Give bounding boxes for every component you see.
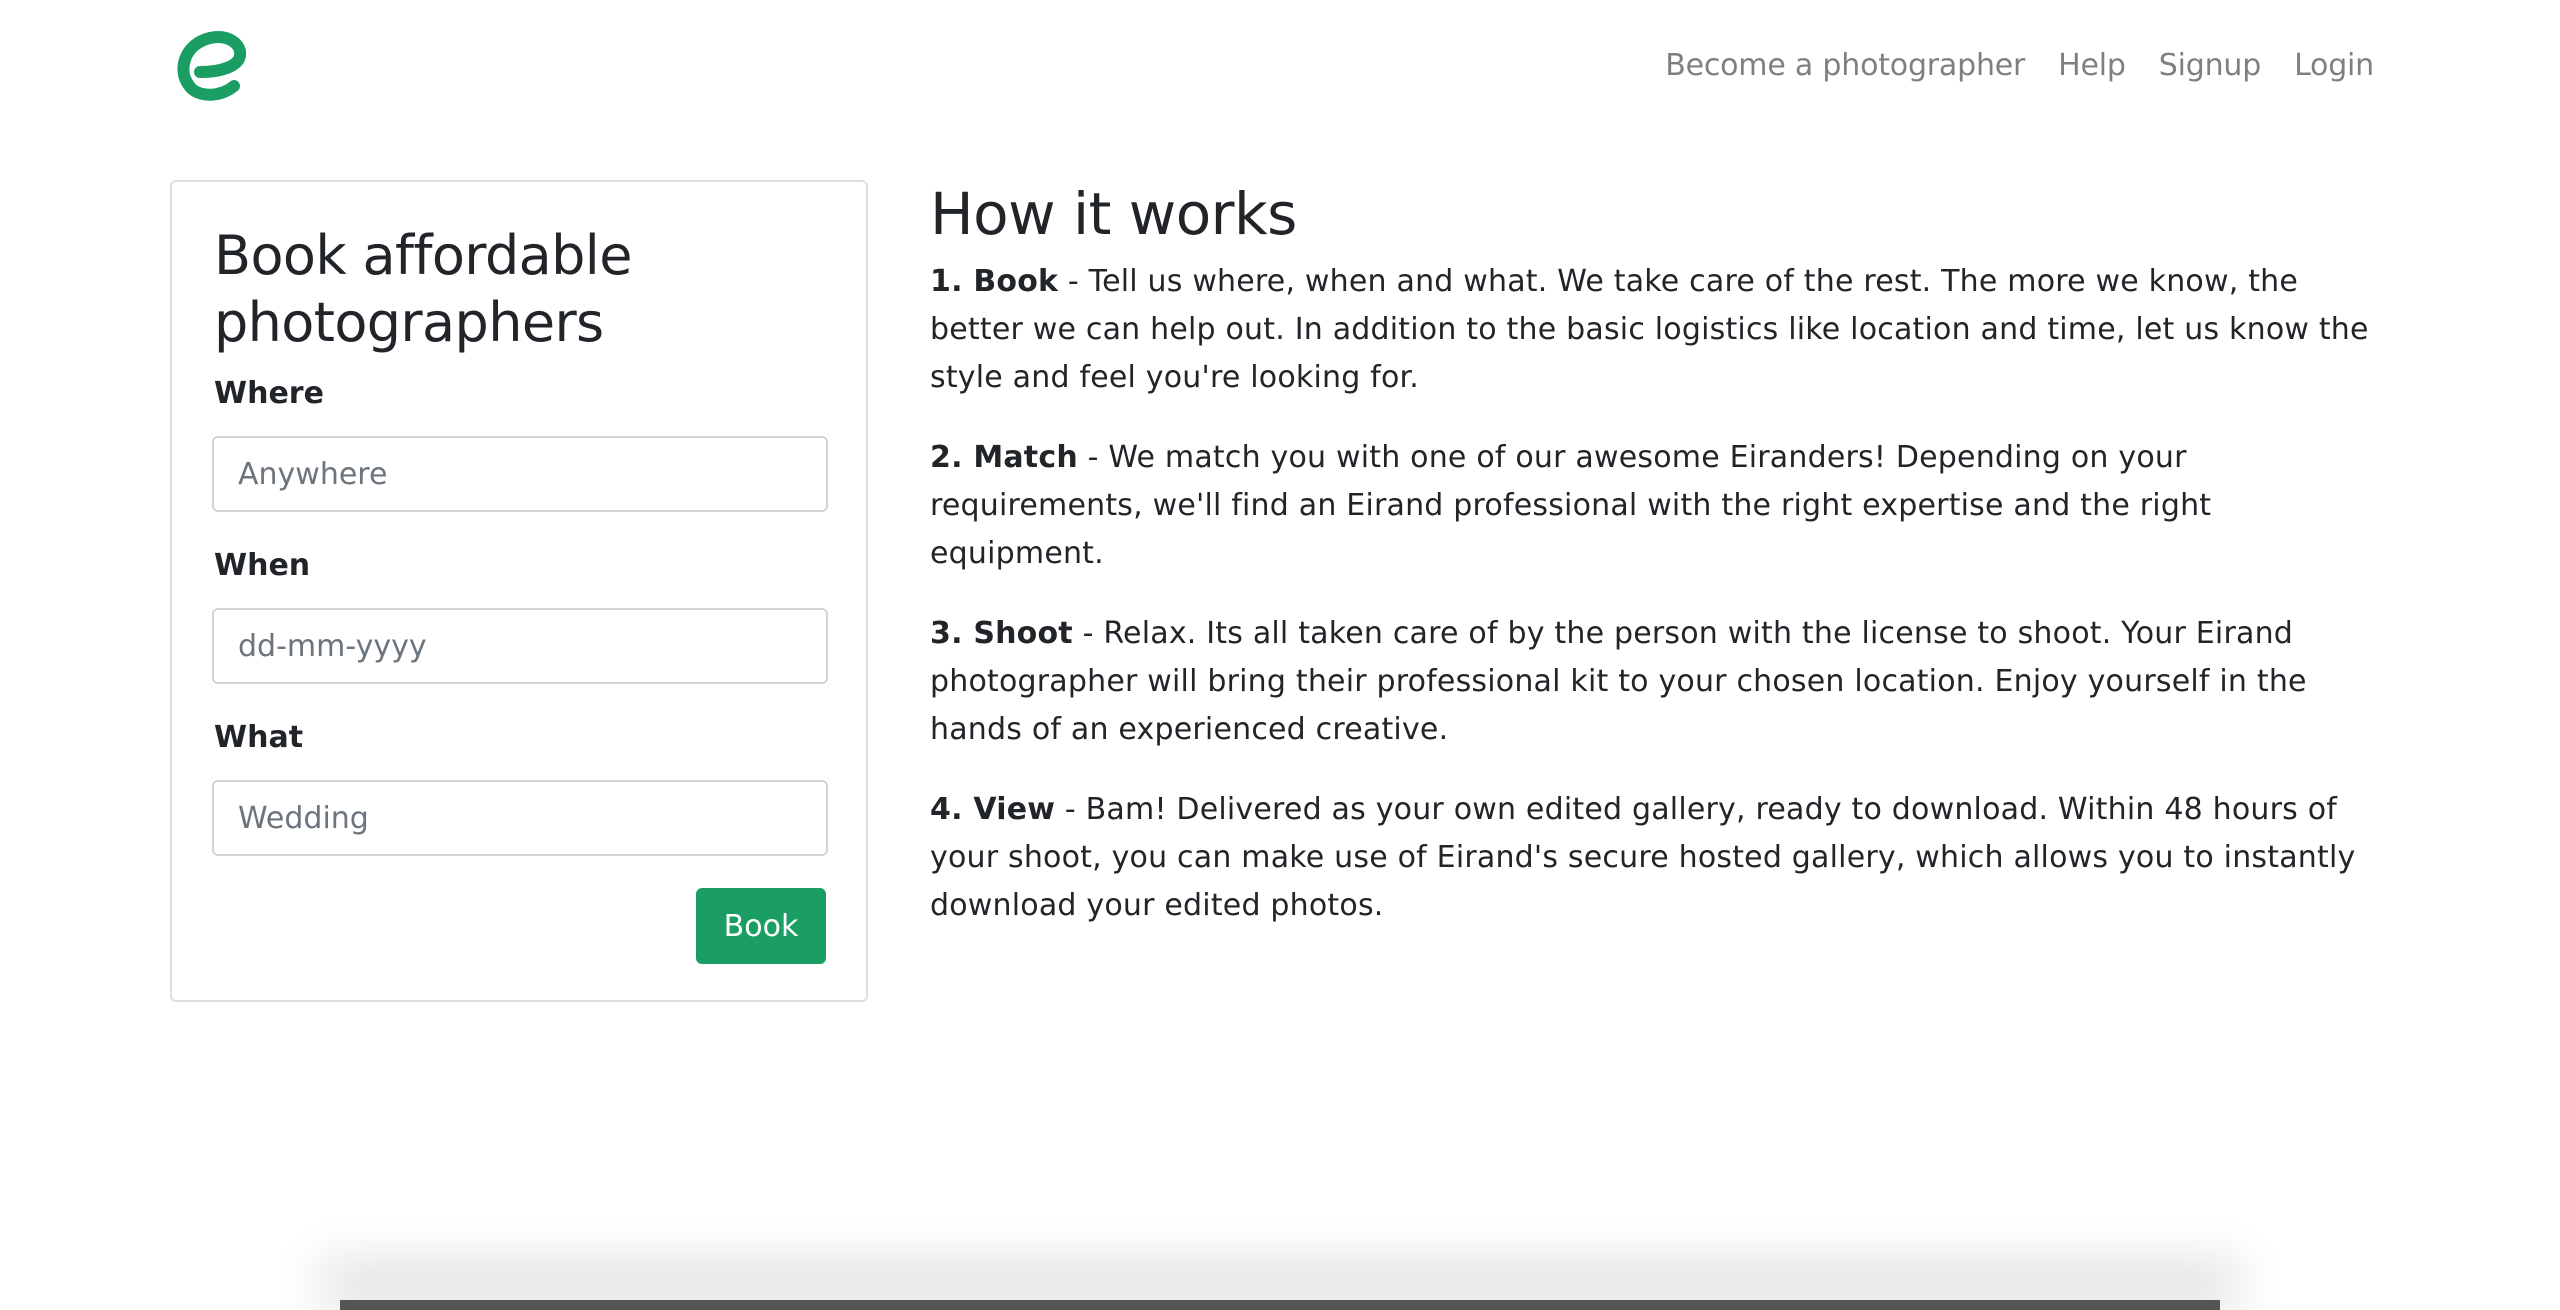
step-text: - Tell us where, when and what. We take … bbox=[930, 264, 2369, 395]
booking-title: Book affordable photographers bbox=[214, 224, 632, 354]
step-name: 4. View bbox=[930, 792, 1056, 827]
where-input[interactable] bbox=[212, 436, 828, 512]
when-input[interactable] bbox=[212, 608, 828, 684]
step-book: 1. Book - Tell us where, when and what. … bbox=[930, 258, 2380, 402]
book-button[interactable]: Book bbox=[696, 888, 826, 964]
step-text: - We match you with one of our awesome E… bbox=[930, 440, 2212, 571]
what-label: What bbox=[214, 720, 304, 755]
booking-card: Book affordable photographers Where When… bbox=[170, 180, 868, 1002]
what-input[interactable] bbox=[212, 780, 828, 856]
how-it-works-section: How it works 1. Book - Tell us where, wh… bbox=[930, 180, 2380, 962]
nav-link-signup[interactable]: Signup bbox=[2159, 44, 2261, 88]
step-name: 3. Shoot bbox=[930, 616, 1073, 651]
step-shoot: 3. Shoot - Relax. Its all taken care of … bbox=[930, 610, 2380, 754]
nav-link-help[interactable]: Help bbox=[2058, 44, 2126, 88]
how-it-works-title: How it works bbox=[930, 180, 1297, 248]
when-label: When bbox=[214, 548, 311, 583]
step-view: 4. View - Bam! Delivered as your own edi… bbox=[930, 786, 2380, 930]
navbar: Become a photographer Help Signup Login bbox=[0, 0, 2560, 134]
nav-link-login[interactable]: Login bbox=[2294, 44, 2374, 88]
next-section-edge bbox=[340, 1300, 2220, 1310]
eirand-logo-icon[interactable] bbox=[174, 30, 246, 102]
step-name: 1. Book bbox=[930, 264, 1059, 299]
nav-links: Become a photographer Help Signup Login bbox=[1665, 44, 2374, 88]
step-match: 2. Match - We match you with one of our … bbox=[930, 434, 2380, 578]
step-text: - Bam! Delivered as your own edited gall… bbox=[930, 792, 2356, 923]
step-name: 2. Match bbox=[930, 440, 1078, 475]
where-label: Where bbox=[214, 376, 324, 411]
nav-link-become-photographer[interactable]: Become a photographer bbox=[1665, 44, 2025, 88]
step-text: - Relax. Its all taken care of by the pe… bbox=[930, 616, 2307, 747]
